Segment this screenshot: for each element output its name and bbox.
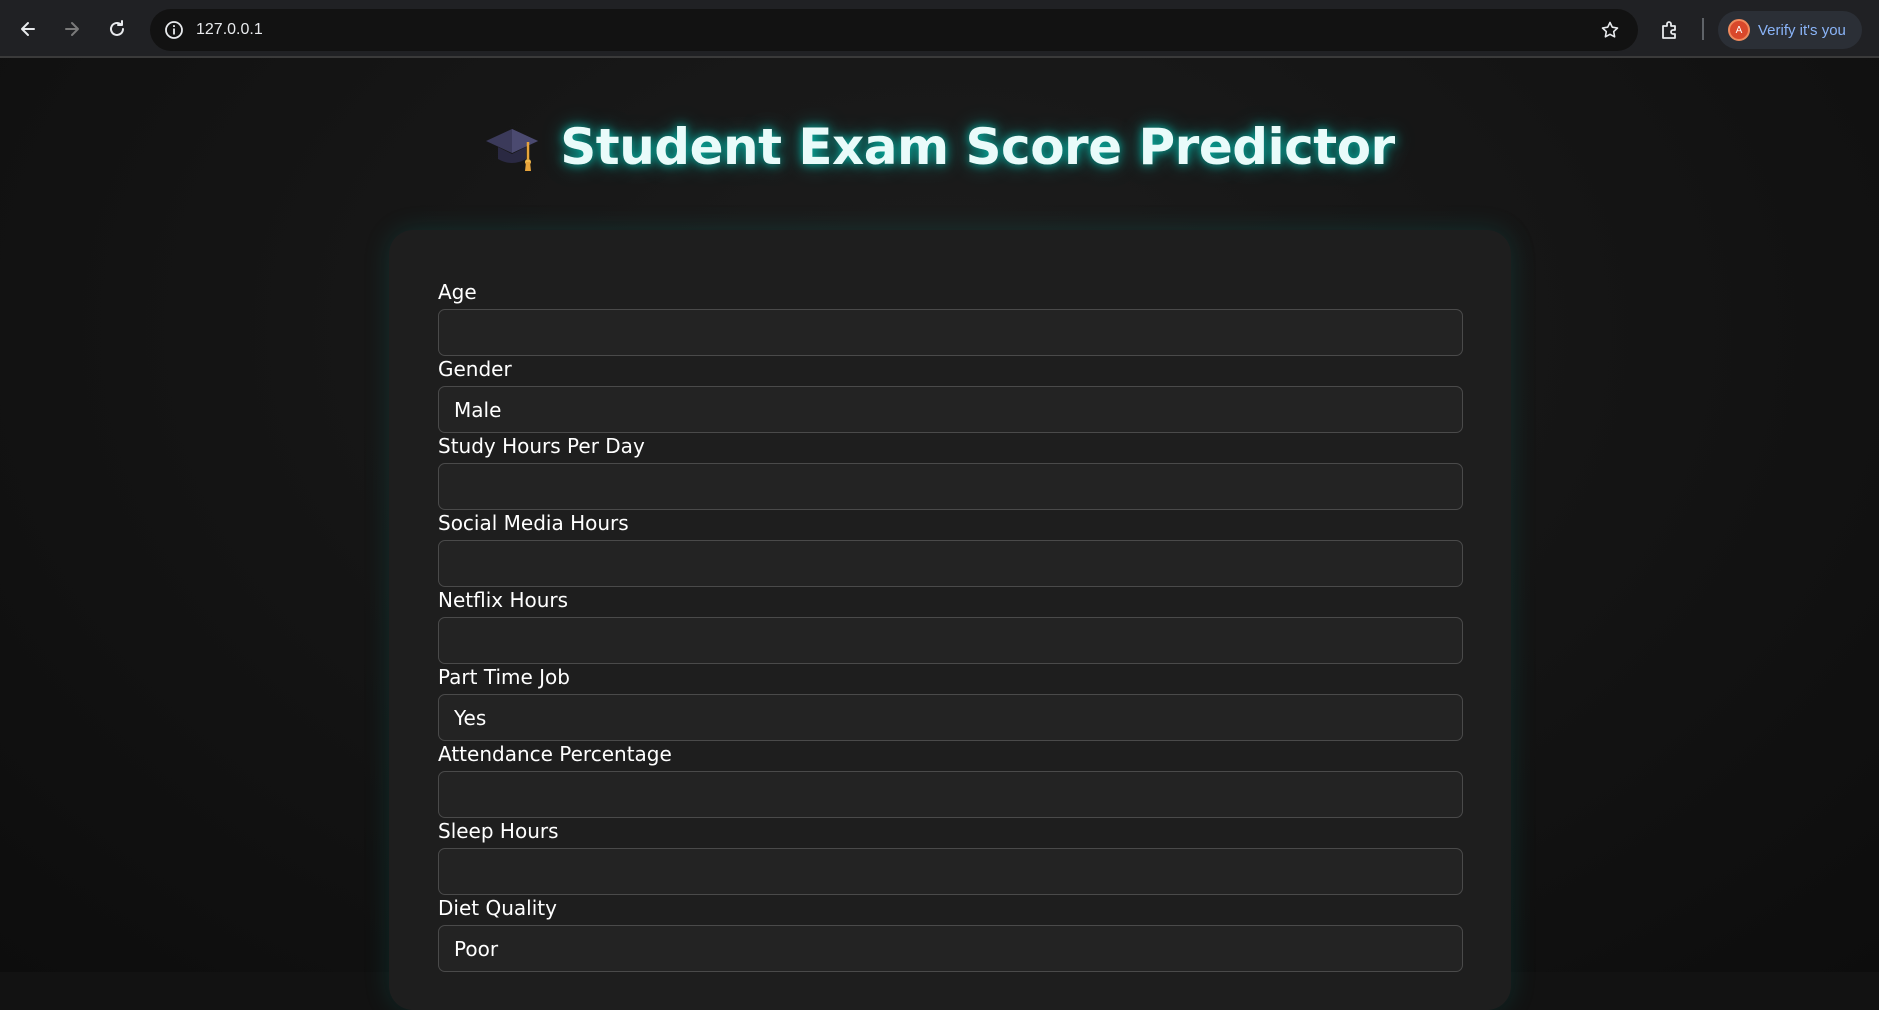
page-content: Student Exam Score Predictor Age Gender …: [0, 58, 1879, 1010]
reload-button[interactable]: [102, 14, 132, 44]
browser-toolbar: 127.0.0.1 A Verify it's you: [0, 0, 1879, 58]
forward-button[interactable]: [57, 14, 87, 44]
profile-verify-button[interactable]: A Verify it's you: [1718, 11, 1862, 49]
netflix-hours-input[interactable]: [438, 617, 1463, 664]
field-label: Part Time Job: [438, 665, 570, 689]
field-label: Gender: [438, 357, 512, 381]
form-field-gender: Gender Male: [438, 357, 1463, 433]
gender-select[interactable]: Male: [438, 386, 1463, 433]
verify-label: Verify it's you: [1758, 21, 1846, 39]
field-label: Study Hours Per Day: [438, 434, 645, 458]
field-label: Age: [438, 280, 477, 304]
attendance-percentage-input[interactable]: [438, 771, 1463, 818]
diet-quality-select[interactable]: Poor: [438, 925, 1463, 972]
social-media-hours-input[interactable]: [438, 540, 1463, 587]
reload-icon: [110, 20, 124, 36]
form-field-study-hours: Study Hours Per Day: [438, 434, 1463, 510]
form-field-netflix-hours: Netflix Hours: [438, 588, 1463, 664]
arrow-left-icon: [21, 22, 35, 36]
field-label: Sleep Hours: [438, 819, 559, 843]
extensions-button[interactable]: [1656, 16, 1684, 44]
avatar: A: [1728, 19, 1750, 41]
back-button[interactable]: [13, 14, 43, 44]
study-hours-input[interactable]: [438, 463, 1463, 510]
url-text[interactable]: 127.0.0.1: [196, 21, 263, 39]
form-field-sleep-hours: Sleep Hours: [438, 819, 1463, 895]
arrow-right-icon: [65, 22, 79, 36]
form-field-social-media-hours: Social Media Hours: [438, 511, 1463, 587]
sleep-hours-input[interactable]: [438, 848, 1463, 895]
age-input[interactable]: [438, 309, 1463, 356]
graduation-cap-icon: [486, 129, 539, 171]
puzzle-piece-icon: [1662, 21, 1676, 39]
bookmark-star-icon[interactable]: [1598, 18, 1622, 42]
page-title: Student Exam Score Predictor: [560, 118, 1395, 176]
form-field-age: Age: [438, 280, 1463, 356]
field-label: Netflix Hours: [438, 588, 569, 612]
field-label: Diet Quality: [438, 896, 557, 920]
part-time-job-select[interactable]: Yes: [438, 694, 1463, 741]
page-header: Student Exam Score Predictor: [0, 118, 1879, 176]
form-field-part-time-job: Part Time Job Yes: [438, 665, 1463, 741]
field-label: Attendance Percentage: [438, 742, 672, 766]
form-field-attendance: Attendance Percentage: [438, 742, 1463, 818]
address-bar[interactable]: 127.0.0.1: [150, 9, 1638, 51]
toolbar-divider: [1702, 18, 1704, 40]
form-field-diet-quality: Diet Quality Poor: [438, 896, 1463, 972]
site-info-icon[interactable]: [162, 18, 186, 42]
field-label: Social Media Hours: [438, 511, 629, 535]
prediction-form: Age Gender Male Study Hours Per Day Soci…: [389, 230, 1511, 1010]
